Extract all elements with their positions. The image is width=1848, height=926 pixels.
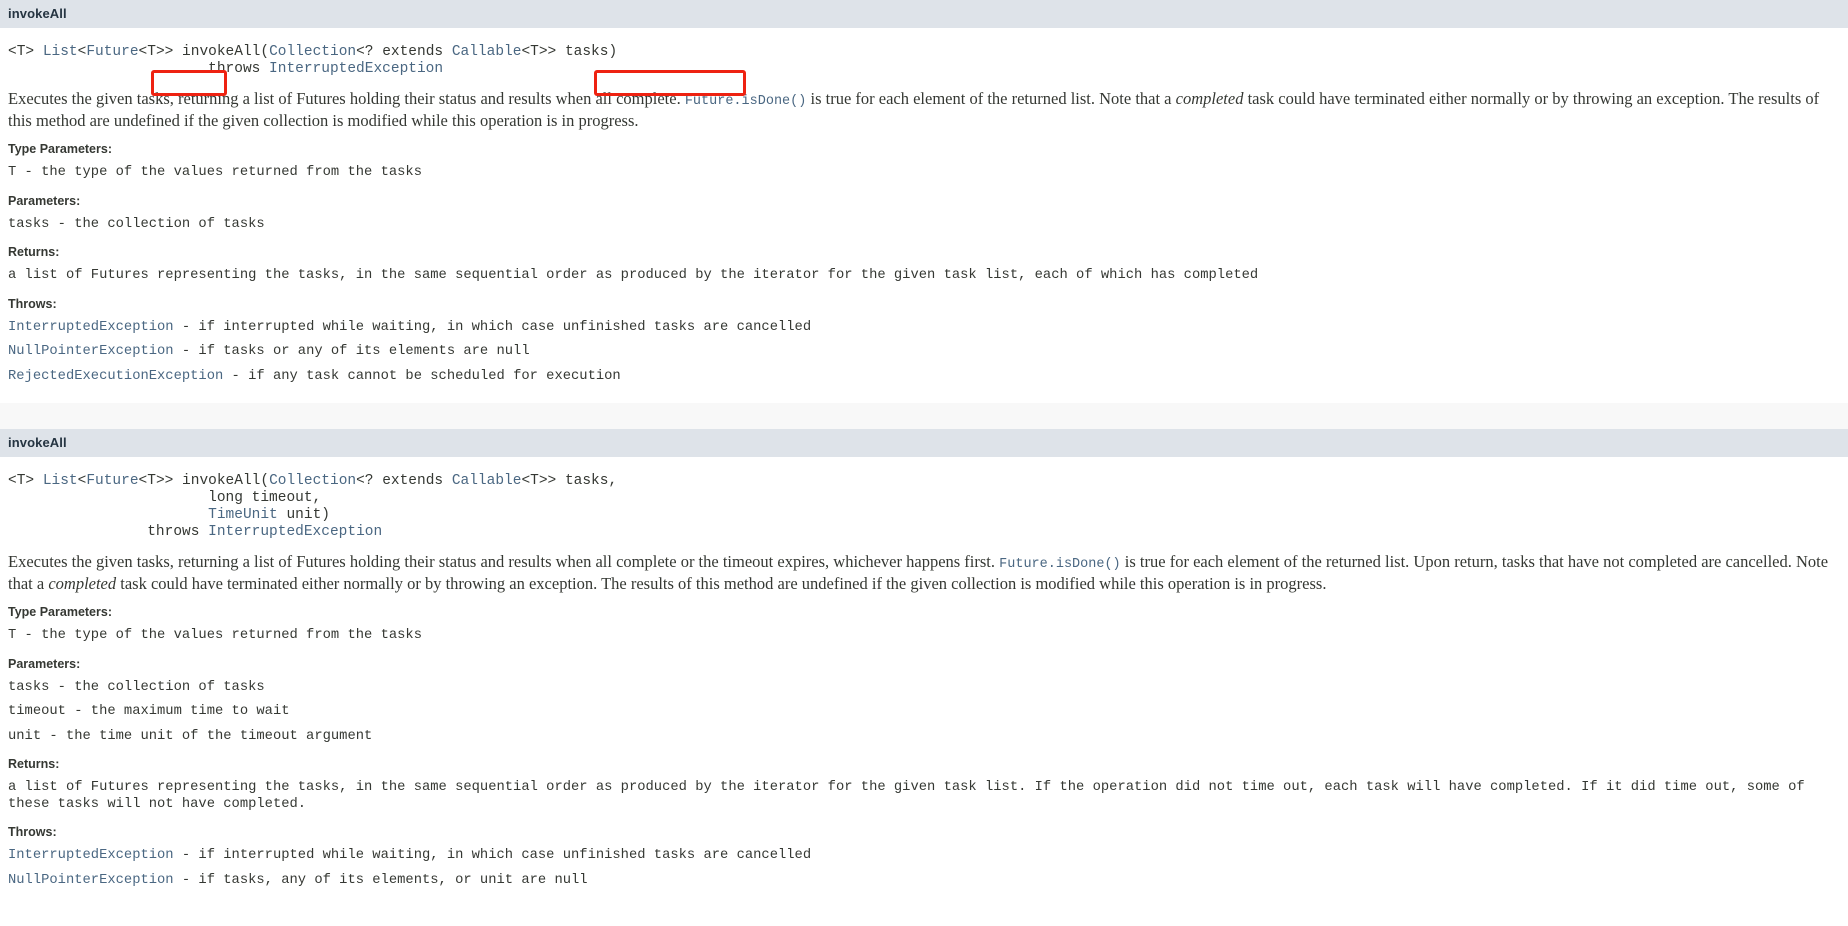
type-link[interactable]: Collection — [269, 44, 356, 60]
text-run: - if tasks or any of its elements are nu… — [173, 344, 530, 359]
text-run: Executes the given tasks, returning a li… — [8, 89, 685, 108]
exception-link[interactable]: InterruptedException — [8, 320, 174, 335]
text-run: <T>> invokeAll( — [138, 473, 270, 489]
detail-section-title: Throws: — [8, 825, 57, 839]
signature-line: long timeout, — [8, 490, 1840, 507]
text-run: - if any task cannot be scheduled for ex… — [223, 368, 621, 384]
text-run: - if interrupted while waiting, in which… — [173, 319, 812, 335]
type-link[interactable]: Collection — [269, 473, 356, 489]
text-run: throws — [8, 524, 209, 540]
method-description: Executes the given tasks, returning a li… — [8, 543, 1840, 593]
section-divider-band — [0, 403, 1848, 429]
detail-section-title: Type Parameters: — [8, 605, 112, 619]
emphasized-text: completed — [48, 573, 117, 593]
method-name-header: invokeAll — [0, 0, 1848, 28]
method-signature: <T> List<Future<T>> invokeAll(Collection… — [8, 457, 1840, 543]
text-run: a list of Futures representing the tasks… — [8, 780, 1805, 812]
type-link[interactable]: Future — [86, 473, 138, 489]
detail-section-item: tasks - the collection of tasks — [8, 209, 1840, 234]
signature-line: <T> List<Future<T>> invokeAll(Collection… — [8, 44, 1840, 61]
text-run: - if tasks, any of its elements, or unit… — [173, 872, 588, 888]
detail-section-item: a list of Futures representing the tasks… — [8, 772, 1840, 813]
text-run: tasks - the collection of tasks — [8, 216, 265, 232]
type-link[interactable]: Future — [86, 44, 138, 60]
text-run: - if interrupted while waiting, in which… — [173, 848, 812, 863]
detail-section-item: InterruptedException - if interrupted wh… — [8, 312, 1840, 337]
detail-section-title: Throws: — [8, 296, 57, 311]
type-link[interactable]: Callable — [452, 44, 522, 60]
exception-link[interactable]: NullPointerException — [8, 344, 174, 359]
method-body: <T> List<Future<T>> invokeAll(Collection… — [0, 457, 1848, 889]
type-link[interactable]: List — [43, 44, 78, 60]
signature-line: throws InterruptedException — [8, 524, 1840, 541]
signature-line: <T> List<Future<T>> invokeAll(Collection… — [8, 473, 1840, 490]
text-run: unit) — [277, 507, 330, 523]
detail-section-item: unit - the time unit of the timeout argu… — [8, 721, 1840, 746]
detail-section-title: Parameters: — [8, 193, 81, 208]
detail-section-item: NullPointerException - if tasks or any o… — [8, 336, 1840, 361]
text-run: <? extends — [356, 473, 452, 489]
text-run: long timeout, — [8, 490, 322, 506]
detail-section-item: InterruptedException - if interrupted wh… — [8, 840, 1840, 865]
detail-section-title: Returns: — [8, 757, 60, 771]
detail-section-item: T - the type of the values returned from… — [8, 157, 1840, 182]
text-run: is true for each element of the returned… — [806, 89, 1176, 108]
inline-code-link[interactable]: Future.isDone() — [999, 557, 1121, 572]
text-run: Executes the given tasks, returning a li… — [8, 552, 1000, 571]
exception-link[interactable]: RejectedExecutionException — [8, 369, 223, 384]
detail-section-item: NullPointerException - if tasks, any of … — [8, 865, 1840, 890]
type-link[interactable]: List — [43, 473, 78, 489]
exception-link[interactable]: NullPointerException — [8, 873, 174, 888]
text-run: <T>> invokeAll( — [138, 44, 270, 60]
text-run: unit - the time unit of the timeout argu… — [8, 728, 373, 744]
text-run: throws — [8, 61, 270, 77]
text-run: T - the type of the values returned from… — [8, 628, 422, 643]
exception-link[interactable]: InterruptedException — [8, 848, 174, 863]
signature-line: throws InterruptedException — [8, 61, 1840, 78]
text-run: a list of Futures representing the tasks… — [8, 268, 1259, 283]
detail-section-item: tasks - the collection of tasks — [8, 672, 1840, 697]
type-link[interactable]: InterruptedException — [208, 524, 382, 540]
section-spacer — [0, 385, 1848, 403]
text-run: timeout - the maximum time to wait — [8, 704, 290, 719]
javadoc-method-detail-page: invokeAll <T> List<Future<T>> invokeAll(C… — [0, 0, 1848, 889]
text-run: tasks - the collection of tasks — [8, 679, 265, 695]
text-run: <T> — [8, 44, 43, 60]
method-body: <T> List<Future<T>> invokeAll(Collection… — [0, 28, 1848, 385]
text-run: task could have terminated either normal… — [116, 573, 1327, 593]
signature-line: TimeUnit unit) — [8, 507, 1840, 524]
text-run: T - the type of the values returned from… — [8, 165, 422, 180]
text-run: <T>> tasks) — [521, 44, 618, 60]
text-run: <T> — [8, 473, 43, 489]
method-description: Executes the given tasks, returning a li… — [8, 80, 1840, 130]
method-section: invokeAll <T> List<Future<T>> invokeAll(C… — [0, 0, 1848, 385]
type-link[interactable]: TimeUnit — [208, 507, 278, 523]
detail-section-title: Type Parameters: — [8, 142, 112, 156]
method-signature: <T> List<Future<T>> invokeAll(Collection… — [8, 28, 1840, 80]
type-link[interactable]: InterruptedException — [269, 61, 443, 77]
inline-code-link[interactable]: Future.isDone() — [685, 94, 807, 109]
detail-section-item: a list of Futures representing the tasks… — [8, 260, 1840, 285]
detail-section-item: timeout - the maximum time to wait — [8, 696, 1840, 721]
method-section: invokeAll <T> List<Future<T>> invokeAll(C… — [0, 429, 1848, 889]
type-link[interactable]: Callable — [452, 473, 522, 489]
method-name-header: invokeAll — [0, 429, 1848, 457]
detail-section-item: RejectedExecutionException - if any task… — [8, 361, 1840, 386]
detail-section-title: Parameters: — [8, 656, 81, 671]
method-sections-container: invokeAll <T> List<Future<T>> invokeAll(C… — [0, 0, 1848, 889]
text-run — [8, 507, 208, 523]
detail-section-item: T - the type of the values returned from… — [8, 620, 1840, 645]
detail-section-title: Returns: — [8, 245, 60, 259]
text-run: <? extends — [356, 44, 452, 60]
text-run: <T>> tasks, — [521, 473, 618, 489]
emphasized-text: completed — [1175, 89, 1244, 108]
